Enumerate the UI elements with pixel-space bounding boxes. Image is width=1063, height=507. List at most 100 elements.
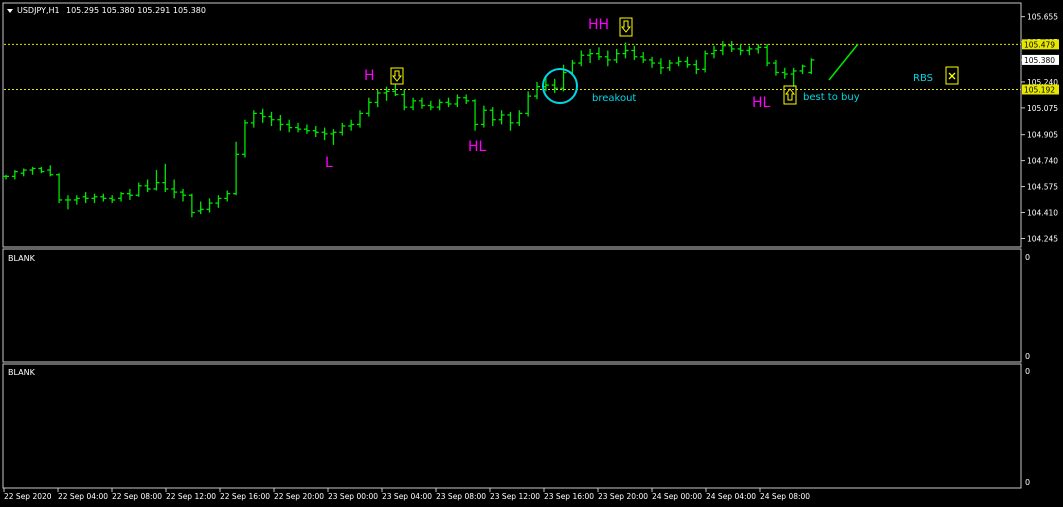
ohlc-bar (241, 119, 248, 158)
ohlc-bar (719, 41, 726, 56)
ohlc-bar (790, 67, 797, 87)
ohlc-bar (303, 124, 310, 134)
ohlc-bar (799, 64, 806, 75)
ohlc-bar (109, 195, 116, 204)
ohlc-bar (657, 58, 664, 75)
ohlc-bars (3, 41, 815, 218)
indicator-panel-2-label: BLANK (8, 368, 36, 377)
indicator-panel-2-axis-bottom: 0 (1025, 478, 1030, 487)
time-tick-label: 24 Sep 08:00 (760, 492, 810, 501)
ohlc-bar (312, 126, 319, 138)
ohlc-bar (153, 170, 160, 191)
ohlc-bar (551, 78, 558, 93)
ohlc-bar (764, 44, 771, 67)
ohlc-bar (578, 50, 585, 67)
ohlc-bar (675, 56, 682, 67)
breakout-circle[interactable] (542, 68, 578, 104)
ohlc-bar (702, 50, 709, 73)
pivot-label-hl-1: HL (468, 139, 487, 155)
ohlc-bar (250, 110, 257, 128)
sell-arrow-marker-hh[interactable] (619, 17, 633, 37)
time-tick-label: 22 Sep 2020 (4, 492, 52, 501)
ohlc-bar (693, 59, 700, 75)
level-badge-label: 105.192 (1024, 85, 1055, 94)
ohlc-bar (357, 110, 363, 128)
time-tick-label: 23 Sep 08:00 (436, 492, 486, 501)
ohlc-bar (91, 193, 98, 204)
price-tick-label: 105.075 (1027, 104, 1058, 113)
header-ohlc: 105.295 105.380 105.291 105.380 (66, 6, 206, 15)
pivot-label-hl-2: HL (752, 95, 771, 111)
indicator-panel-2-frame[interactable] (2, 363, 1022, 489)
ohlc-bar (162, 163, 169, 193)
ohlc-bar (100, 193, 107, 202)
time-tick-label: 22 Sep 20:00 (274, 492, 324, 501)
ohlc-bar (445, 97, 452, 108)
arrow-down-icon (620, 20, 632, 33)
ohlc-bar (489, 107, 496, 126)
breakout-label: breakout (592, 93, 636, 104)
ohlc-bar (29, 166, 36, 175)
ohlc-bar (427, 100, 434, 111)
ohlc-bar (604, 50, 611, 67)
time-tick-label: 23 Sep 00:00 (328, 492, 378, 501)
indicator-panel-1-frame[interactable] (2, 248, 1022, 363)
ohlc-bar (11, 170, 18, 180)
ohlc-bar (631, 45, 638, 60)
time-tick-label: 23 Sep 12:00 (490, 492, 540, 501)
price-tick-label: 104.740 (1027, 157, 1058, 166)
ohlc-bar (463, 94, 470, 104)
ohlc-bar (180, 188, 186, 202)
ohlc-bar (498, 110, 505, 125)
price-tick-label: 104.575 (1027, 183, 1058, 192)
time-axis: 22 Sep 2020 22 Sep 04:00 22 Sep 08:00 22 Se… (3, 488, 810, 501)
pivot-label-hh: HH (588, 17, 609, 33)
ohlc-bar (286, 119, 293, 133)
ohlc-bar (436, 99, 443, 111)
ohlc-bar (38, 166, 45, 174)
ohlc-bar (383, 86, 390, 101)
header-dropdown-icon[interactable] (7, 9, 13, 13)
arrow-up-icon (784, 88, 796, 101)
time-tick-label: 23 Sep 04:00 (382, 492, 432, 501)
ohlc-bar (126, 188, 133, 200)
ohlc-bar (339, 122, 346, 136)
sell-arrow-marker[interactable] (390, 67, 404, 85)
ohlc-bar (534, 81, 540, 100)
indicator-panel-2-axis-top: 0 (1025, 367, 1030, 376)
ohlc-bar (215, 195, 222, 208)
ohlc-bar (587, 48, 594, 64)
time-tick-label: 22 Sep 08:00 (112, 492, 162, 501)
arrow-down-icon (391, 70, 403, 82)
ohlc-bar (118, 192, 125, 202)
ohlc-bar (144, 179, 151, 193)
ohlc-bar (711, 45, 717, 59)
ohlc-bar (268, 111, 275, 126)
buy-arrow-marker[interactable] (783, 85, 797, 105)
trend-line[interactable] (828, 43, 859, 81)
indicator-panel-1-axis-top: 0 (1025, 253, 1030, 262)
ohlc-bar (277, 114, 284, 131)
ohlc-bar (737, 44, 744, 56)
ohlc-bar (666, 59, 673, 71)
price-tick-label: 104.245 (1027, 234, 1058, 243)
indicator-panel-1-axis-bottom: 0 (1025, 352, 1030, 361)
ohlc-bar (295, 122, 302, 133)
ohlc-bar (454, 94, 461, 108)
ohlc-bar (330, 129, 337, 145)
header-symbol: USDJPY,H1 (17, 6, 60, 15)
ohlc-bar (56, 173, 63, 204)
ohlc-bar (47, 165, 54, 177)
price-tick-label: 104.905 (1027, 131, 1058, 140)
ohlc-bar (401, 89, 408, 111)
ohlc-bar (64, 195, 71, 210)
price-tick-label: 104.410 (1027, 209, 1058, 218)
main-chart-frame[interactable] (2, 2, 1022, 248)
current-price-label: 105.380 (1024, 56, 1055, 65)
ohlc-bar (3, 174, 9, 180)
ohlc-bar (772, 59, 779, 76)
ohlc-bar (516, 110, 523, 126)
time-tick-label: 23 Sep 16:00 (544, 492, 594, 501)
rbs-cross-marker[interactable] (945, 66, 959, 85)
time-tick-label: 22 Sep 16:00 (220, 492, 270, 501)
